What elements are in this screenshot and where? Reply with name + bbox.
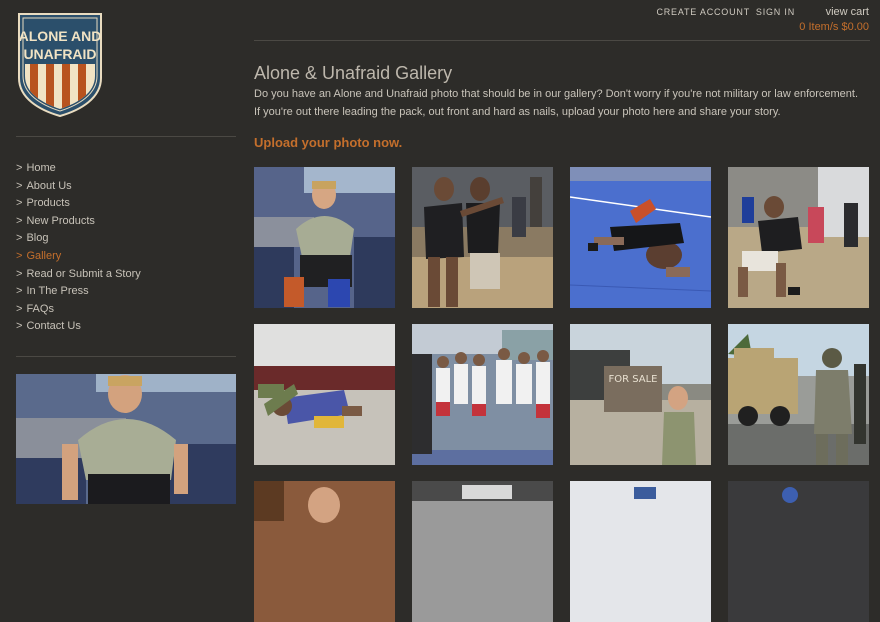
intro-line: Do you have an Alone and Unafraid photo … [254, 88, 859, 100]
nav-item-read-or-submit-story[interactable]: > Read or Submit a Story [16, 266, 141, 284]
svg-text:ALONE AND: ALONE AND [19, 28, 102, 44]
header-divider [254, 40, 870, 41]
gallery-thumbnail[interactable] [412, 481, 553, 622]
gallery-thumbnail[interactable] [728, 324, 869, 465]
view-cart-link[interactable]: view cart [826, 6, 869, 18]
nav-item-label: FAQs [26, 302, 54, 315]
sign-in-link[interactable]: SIGN IN [756, 7, 795, 17]
alone-and-unafraid-logo[interactable]: ALONE AND UNAFRAID [15, 12, 105, 118]
create-account-link[interactable]: CREATE ACCOUNT [656, 7, 750, 17]
nav-item-contact-us[interactable]: > Contact Us [16, 318, 141, 336]
gallery-thumbnail[interactable] [254, 481, 395, 622]
gallery-thumbnail[interactable] [570, 481, 711, 622]
nav-item-about-us[interactable]: > About Us [16, 178, 141, 196]
nav-item-label: Contact Us [26, 320, 81, 333]
nav-item-label: Gallery [26, 249, 62, 262]
gallery-thumbnail[interactable] [412, 167, 553, 308]
gallery-intro: Do you have an Alone and Unafraid photo … [254, 86, 870, 121]
gallery-thumbnail[interactable] [412, 324, 553, 465]
nav-item-label: New Products [26, 214, 95, 227]
nav-item-home[interactable]: > Home [16, 160, 141, 178]
gallery-thumbnail[interactable] [254, 167, 395, 308]
for-sale-sign-text: FOR SALE [608, 374, 657, 385]
nav-item-blog[interactable]: > Blog [16, 230, 141, 248]
nav-item-label: Read or Submit a Story [26, 267, 141, 280]
nav-item-label: In The Press [26, 285, 89, 298]
main-navigation: > Home > About Us > Products > New Products … [16, 160, 141, 336]
featured-photo[interactable] [16, 374, 236, 504]
nav-item-label: Blog [26, 232, 49, 245]
gallery-thumbnail[interactable]: FOR SALE [570, 324, 711, 465]
gallery-thumbnail[interactable] [728, 481, 869, 622]
nav-item-products[interactable]: > Products [16, 195, 141, 213]
nav-item-in-the-press[interactable]: > In The Press [16, 283, 141, 301]
sidebar-divider [16, 136, 236, 137]
nav-item-label: Home [26, 162, 56, 174]
sidebar-divider [16, 356, 236, 357]
cart-summary[interactable]: 0 Item/s $0.00 [799, 21, 869, 33]
nav-item-new-products[interactable]: > New Products [16, 213, 141, 231]
gallery-thumbnail[interactable] [728, 167, 869, 308]
gallery-thumbnail[interactable] [570, 167, 711, 308]
svg-text:UNAFRAID: UNAFRAID [23, 46, 96, 62]
nav-item-label: Products [26, 197, 70, 210]
intro-line: If you're out there leading the pack, ou… [254, 105, 781, 118]
page-title: Alone & Unafraid Gallery [254, 63, 453, 83]
nav-item-gallery[interactable]: > Gallery [16, 248, 141, 266]
sidebar: ALONE AND UNAFRAID > Home > About Us > Prod… [0, 0, 240, 504]
nav-item-faqs[interactable]: > FAQs [16, 301, 141, 319]
nav-item-label: About Us [26, 179, 72, 192]
upload-photo-link[interactable]: Upload your photo now. [254, 135, 402, 150]
gallery-thumbnail[interactable] [254, 324, 395, 465]
